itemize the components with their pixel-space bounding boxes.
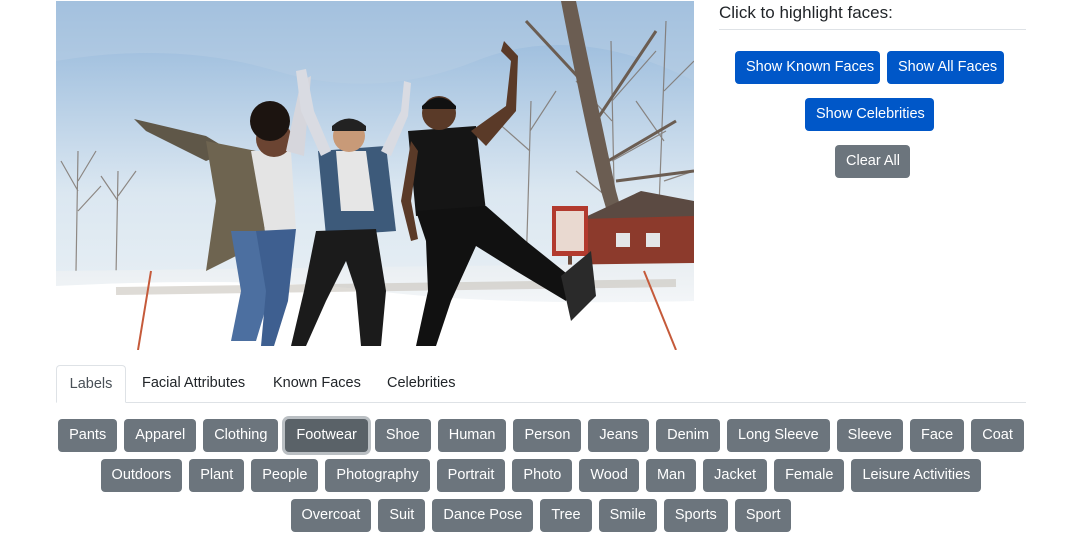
label-chip[interactable]: Photography (325, 459, 430, 492)
label-chip[interactable]: Portrait (436, 459, 506, 492)
label-chip[interactable]: Footwear (285, 419, 368, 452)
panel-title: Click to highlight faces: (719, 0, 1026, 30)
results-tabs: Labels Facial Attributes Known Faces Cel… (56, 365, 1026, 403)
labels-list: Pants Apparel Clothing Footwear Shoe Hum… (56, 419, 1026, 539)
label-chip[interactable]: Person (513, 419, 582, 452)
label-chip[interactable]: Dance Pose (432, 499, 534, 532)
label-chip[interactable]: Pants (58, 419, 118, 452)
label-chip[interactable]: Long Sleeve (727, 419, 830, 452)
label-chip[interactable]: Apparel (124, 419, 197, 452)
tab-known-faces[interactable]: Known Faces (273, 365, 361, 402)
label-chip[interactable]: Sleeve (836, 419, 903, 452)
label-chip[interactable]: Overcoat (290, 499, 372, 532)
labels-row: Outdoors Plant People Photography Portra… (56, 459, 1026, 492)
labels-row: Overcoat Suit Dance Pose Tree Smile Spor… (56, 499, 1026, 532)
show-celebrities-button[interactable]: Show Celebrities (805, 98, 934, 131)
label-chip[interactable]: Shoe (374, 419, 431, 452)
label-chip[interactable]: Denim (656, 419, 721, 452)
label-chip[interactable]: Human (437, 419, 507, 452)
label-chip[interactable]: People (251, 459, 319, 492)
label-chip[interactable]: Smile (598, 499, 657, 532)
labels-row: Pants Apparel Clothing Footwear Shoe Hum… (56, 419, 1026, 452)
show-all-faces-button[interactable]: Show All Faces (887, 51, 1004, 84)
face-highlight-panel: Click to highlight faces: (719, 0, 1026, 30)
label-chip[interactable]: Tree (540, 499, 592, 532)
label-chip[interactable]: Sports (663, 499, 728, 532)
photo-image (56, 1, 694, 350)
tab-labels[interactable]: Labels (56, 365, 126, 403)
label-chip[interactable]: Clothing (203, 419, 279, 452)
label-chip[interactable]: Jacket (703, 459, 768, 492)
clear-all-button[interactable]: Clear All (835, 145, 910, 178)
label-chip[interactable]: Suit (378, 499, 426, 532)
label-chip[interactable]: Wood (579, 459, 639, 492)
label-chip[interactable]: Female (774, 459, 845, 492)
label-chip[interactable]: Face (910, 419, 965, 452)
label-chip[interactable]: Photo (512, 459, 573, 492)
label-chip[interactable]: Man (645, 459, 697, 492)
label-chip[interactable]: Jeans (588, 419, 650, 452)
label-chip[interactable]: Coat (971, 419, 1024, 452)
label-chip[interactable]: Outdoors (100, 459, 183, 492)
tab-celebrities[interactable]: Celebrities (387, 365, 456, 402)
label-chip[interactable]: Leisure Activities (851, 459, 982, 492)
tab-facial-attributes[interactable]: Facial Attributes (142, 365, 245, 402)
show-known-faces-button[interactable]: Show Known Faces (735, 51, 880, 84)
label-chip[interactable]: Plant (189, 459, 245, 492)
label-chip[interactable]: Sport (734, 499, 792, 532)
